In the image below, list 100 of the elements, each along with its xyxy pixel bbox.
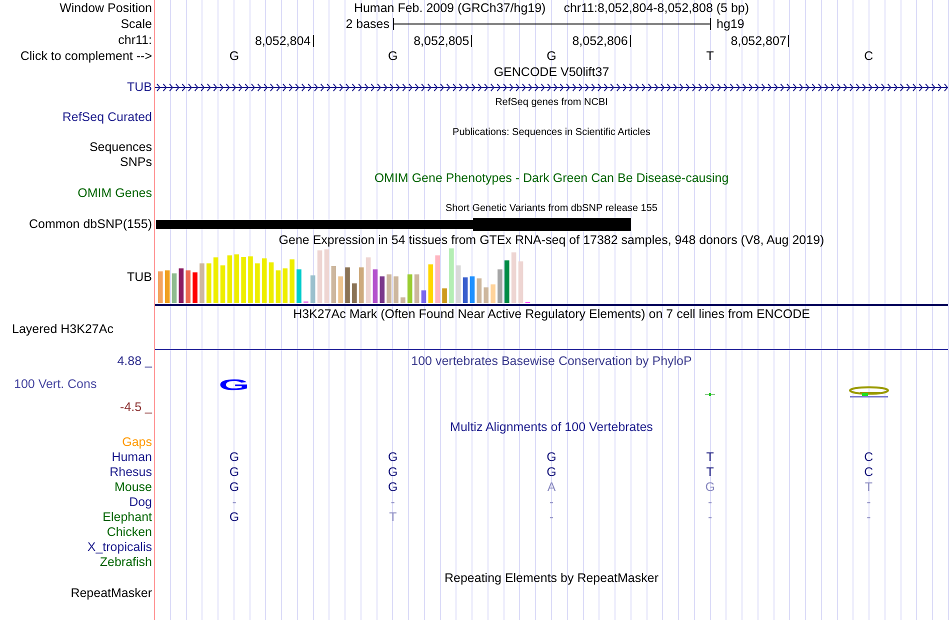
- gene-feature[interactable]: [155, 83, 948, 92]
- expression-bar: [158, 271, 163, 303]
- axis-max-label: 4.88 _: [117, 354, 154, 368]
- alignment-base: -: [549, 511, 554, 524]
- alignment-base: -: [232, 496, 236, 509]
- expression-bar: [227, 255, 232, 303]
- alignment-base: G: [229, 481, 240, 494]
- expression-bar: [172, 273, 177, 303]
- track-title: Multiz Alignments of 100 Vertebrates: [450, 420, 653, 434]
- variant-feature[interactable]: [155, 218, 631, 230]
- track-label[interactable]: SNPs: [120, 156, 152, 169]
- expression-bar: [255, 263, 260, 303]
- expression-bar: [220, 265, 226, 303]
- species-label[interactable]: Human: [112, 451, 152, 464]
- expression-bar: [241, 257, 246, 303]
- track-label[interactable]: TUB: [127, 270, 152, 284]
- expression-bar: [282, 268, 288, 303]
- row-label[interactable]: Window Position: [60, 2, 152, 14]
- alignment-base: -: [866, 511, 871, 524]
- expression-bar: [449, 248, 454, 303]
- conservation-tick-icon: [705, 392, 716, 396]
- track-title: 100 vertebrates Basewise Conservation by PhyloP: [411, 354, 692, 368]
- assembly-name: Human Feb. 2009 (GRCh37/hg19): [354, 2, 546, 14]
- track-title: Gene Expression in 54 tissues from GTEx RNA-seq of 17382 samples, 948 donors (V8, Aug 2019): [278, 234, 824, 246]
- expression-bar: [366, 257, 371, 303]
- track-title: OMIM Gene Phenotypes - Dark Green Can Be Disease-causing: [374, 172, 729, 184]
- alignment-base: T: [864, 481, 873, 494]
- axis-min-label: -4.5 _: [120, 400, 154, 414]
- alignment-base: G: [229, 466, 240, 479]
- species-label[interactable]: Dog: [129, 496, 152, 509]
- track-label[interactable]: Sequences: [89, 141, 152, 154]
- track-label[interactable]: TUB: [127, 81, 152, 94]
- position-number: 8,052,804: [254, 34, 312, 48]
- alignment-base: G: [546, 466, 556, 479]
- assembly-db: hg19: [716, 18, 746, 30]
- expression-bar: [476, 278, 482, 303]
- track-label[interactable]: OMIM Genes: [78, 187, 152, 200]
- expression-bar: [206, 263, 212, 303]
- expression-bar: [164, 270, 170, 303]
- row-label[interactable]: Scale: [120, 18, 152, 30]
- track-label[interactable]: RepeatMasker: [70, 587, 152, 600]
- track-label[interactable]: 100 Vert. Cons: [0, 376, 97, 390]
- alignment-base: G: [388, 466, 398, 479]
- expression-bar: [484, 287, 488, 303]
- base-letter[interactable]: T: [706, 50, 714, 62]
- track-label[interactable]: RefSeq Curated: [62, 111, 152, 124]
- base-letter[interactable]: G: [546, 50, 556, 62]
- expression-bar: [234, 254, 240, 303]
- logo-letter: G: [218, 377, 250, 393]
- expression-bar: [470, 276, 475, 303]
- alignment-base: -: [390, 496, 395, 509]
- expression-bar: [372, 269, 378, 303]
- species-label[interactable]: Chicken: [106, 526, 152, 539]
- expression-bar: [386, 274, 392, 303]
- expression-bar: [504, 260, 510, 303]
- alignment-base: G: [229, 511, 240, 524]
- track-title: RefSeq genes from NCBI: [495, 98, 608, 108]
- expression-bar: [435, 255, 440, 303]
- alignment-base: T: [706, 451, 714, 464]
- base-letter[interactable]: C: [864, 50, 874, 62]
- expression-bar: [380, 276, 385, 303]
- expression-bar: [200, 263, 204, 303]
- position-range: chr11:8,052,804-8,052,808 (5 bp): [564, 2, 750, 14]
- expression-bar: [511, 252, 516, 303]
- alignment-base: -: [708, 496, 712, 509]
- alignment-base: G: [546, 451, 556, 464]
- track-title: H3K27Ac Mark (Often Found Near Active Regulatory Elements) on 7 cell lines from ENCODE: [293, 308, 810, 320]
- species-label[interactable]: Rhesus: [110, 466, 152, 479]
- alignment-base: -: [708, 511, 712, 524]
- scale-span: 2 bases: [346, 18, 390, 30]
- expression-bar: [400, 297, 406, 303]
- track-title: Repeating Elements by RepeatMasker: [444, 572, 658, 584]
- expression-bar: [192, 272, 198, 303]
- alignment-base: -: [549, 496, 554, 509]
- expression-bar: [324, 249, 330, 303]
- position-number: 8,052,807: [730, 34, 788, 48]
- expression-bar: [394, 276, 398, 303]
- expression-bar: [310, 275, 316, 303]
- alignment-base: G: [388, 451, 398, 464]
- expression-bar: [317, 250, 322, 303]
- species-label[interactable]: Elephant: [102, 511, 152, 524]
- track-label[interactable]: Layered H3K27Ac: [12, 323, 114, 336]
- species-label[interactable]: X_tropicalis: [87, 541, 152, 554]
- expression-bar: [462, 277, 468, 303]
- base-letter[interactable]: G: [388, 50, 398, 62]
- species-label[interactable]: Mouse: [114, 481, 152, 494]
- expression-bar: [414, 274, 420, 303]
- expression-bar: [268, 262, 274, 303]
- expression-bar: [262, 258, 267, 303]
- alignment-base: T: [389, 511, 397, 524]
- species-label[interactable]: Zebrafish: [100, 556, 152, 569]
- track-label[interactable]: Common dbSNP(155): [29, 218, 152, 230]
- alignment-base: G: [705, 481, 715, 494]
- expression-bar: [290, 259, 294, 303]
- expression-bar: [276, 270, 281, 303]
- expression-bar: [213, 257, 218, 303]
- row-label[interactable]: chr11:: [118, 34, 152, 46]
- track-title: Short Genetic Variants from dbSNP release 155: [446, 204, 658, 214]
- base-letter[interactable]: G: [229, 50, 240, 62]
- complement-link[interactable]: Click to complement -->: [20, 50, 152, 62]
